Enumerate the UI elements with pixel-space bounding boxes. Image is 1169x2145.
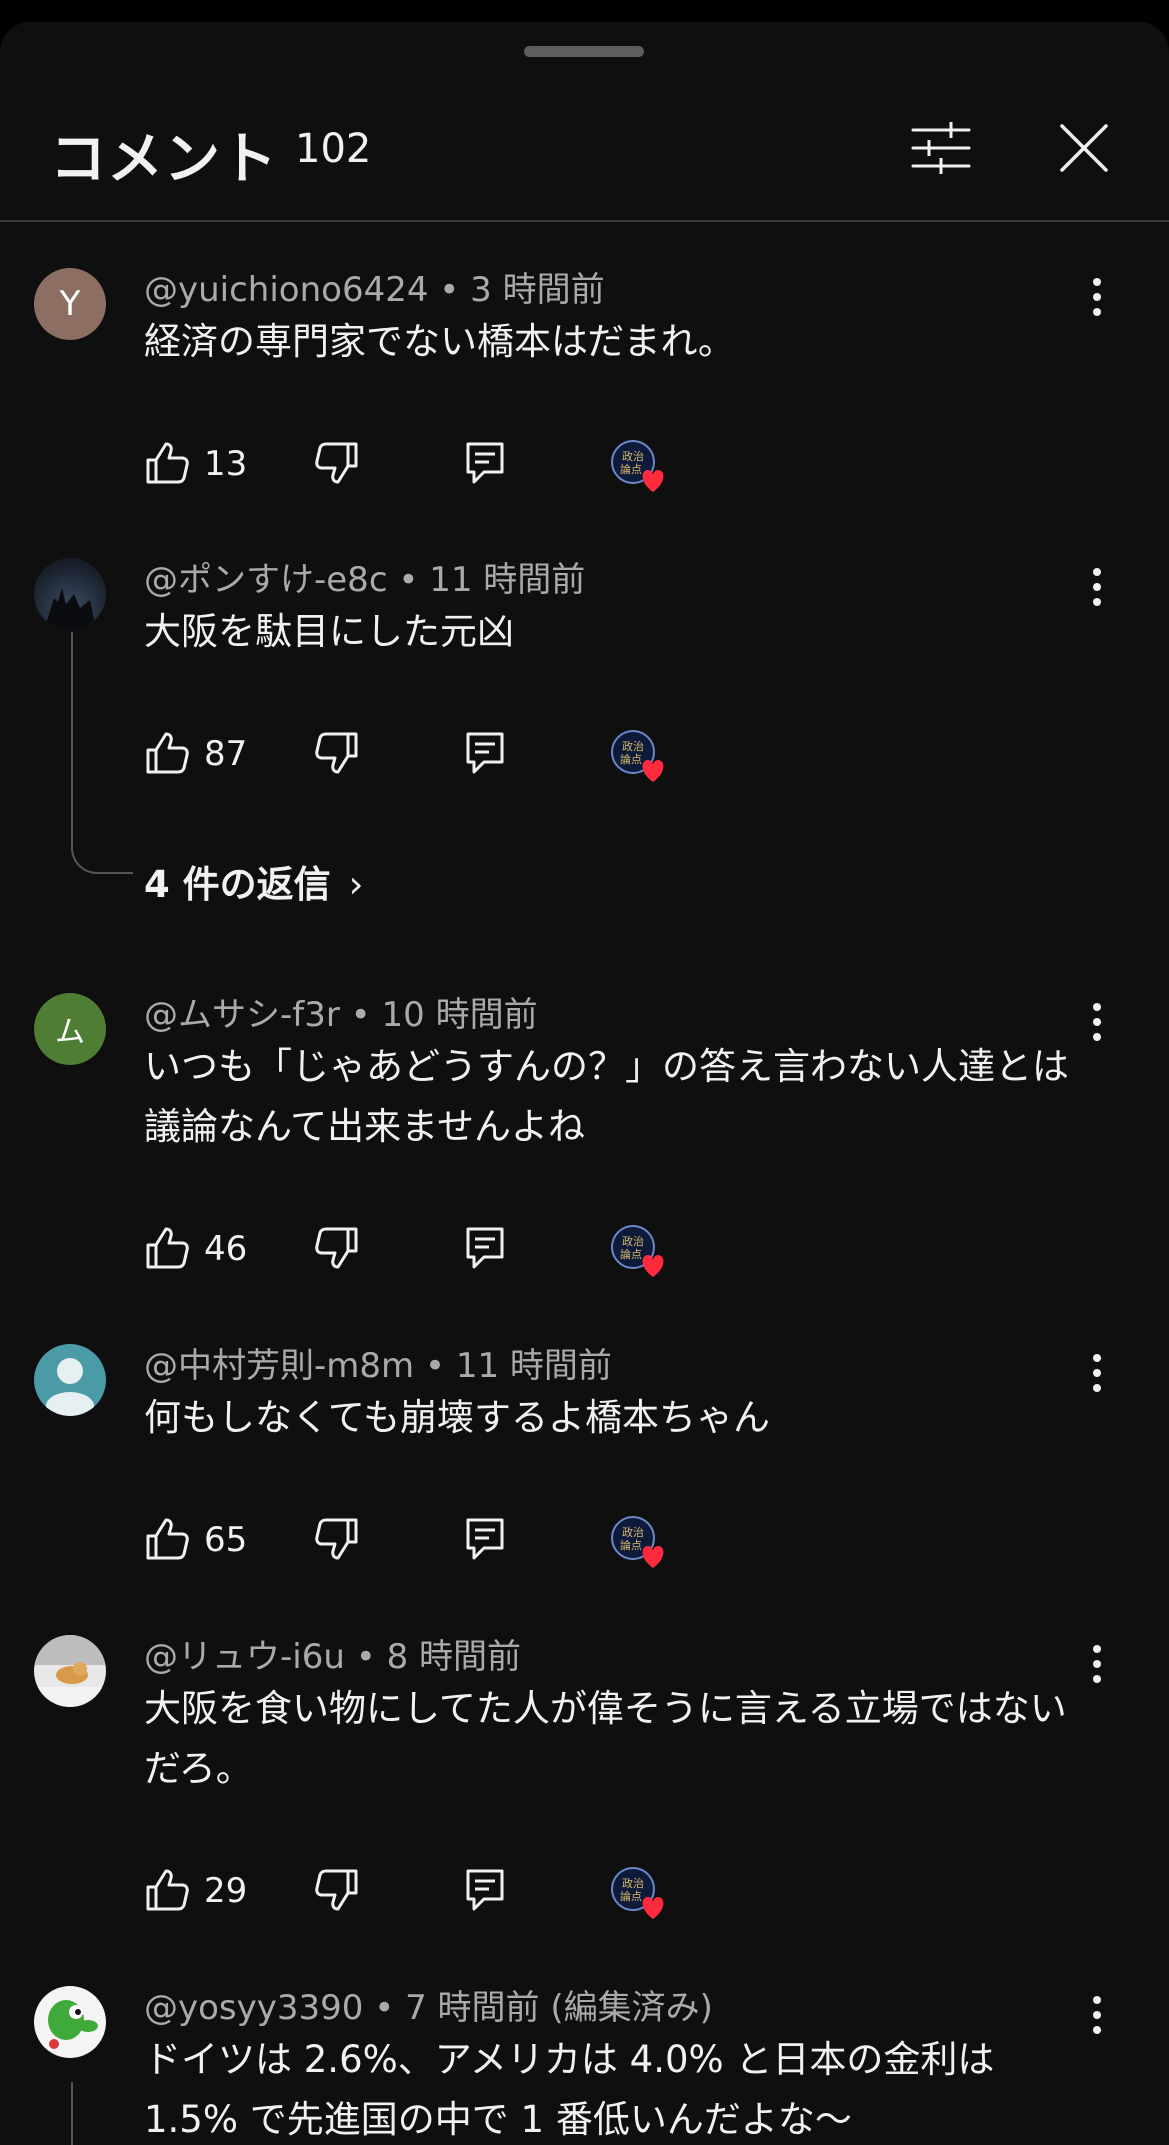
- comment-author[interactable]: @yosyy3390: [144, 1988, 363, 2028]
- comment-meta: @yuichiono6424 • 3 時間前: [144, 262, 605, 311]
- comments-sheet: コメント 102 Y @yuichiono6424 • 3 時間前 経済の専門家…: [0, 22, 1169, 2145]
- creator-heart-icon: 政治 論点: [611, 440, 664, 492]
- more-options-icon[interactable]: [1082, 997, 1112, 1047]
- dislike-icon[interactable]: [314, 1516, 360, 1562]
- svg-text:政治: 政治: [622, 1234, 644, 1248]
- comment-meta: @yosyy3390 • 7 時間前 (編集済み): [144, 1980, 713, 2029]
- more-options-icon[interactable]: [1082, 1348, 1112, 1398]
- avatar[interactable]: ム: [34, 993, 106, 1065]
- like-count: 29: [204, 1871, 248, 1911]
- reply-icon[interactable]: [464, 730, 506, 776]
- svg-text:政治: 政治: [622, 1525, 644, 1539]
- filter-icon[interactable]: [911, 118, 971, 178]
- more-options-icon[interactable]: [1082, 1990, 1112, 2040]
- close-icon[interactable]: [1054, 118, 1114, 178]
- comments-title: コメント: [50, 127, 278, 192]
- more-options-icon[interactable]: [1082, 562, 1112, 612]
- like-count: 46: [204, 1229, 248, 1269]
- like-icon[interactable]: [144, 730, 190, 776]
- dislike-icon[interactable]: [314, 1867, 360, 1913]
- creator-heart-icon: 政治 論点: [611, 1867, 664, 1919]
- comment-actions: 29 政治 論点: [144, 1867, 744, 1927]
- comment-meta: @リュウ-i6u • 8 時間前: [144, 1629, 521, 1678]
- creator-heart-icon: 政治 論点: [611, 1225, 664, 1277]
- svg-text:政治: 政治: [622, 739, 644, 753]
- comment-text: 経済の専門家でない橋本はだまれ。: [144, 320, 735, 363]
- avatar[interactable]: [34, 1986, 106, 2058]
- like-icon[interactable]: [144, 1867, 190, 1913]
- dislike-icon[interactable]: [314, 730, 360, 776]
- thread-line: [71, 2082, 73, 2145]
- avatar-image: [34, 1635, 106, 1707]
- view-replies-link[interactable]: 4 件の返信 ›: [144, 854, 363, 908]
- comments-header: コメント 102: [0, 22, 1169, 220]
- svg-text:論点: 論点: [620, 752, 642, 766]
- avatar-image: [44, 588, 96, 630]
- default-avatar-icon: [46, 1358, 94, 1416]
- like-count: 65: [204, 1520, 248, 1560]
- comment-author[interactable]: @中村芳則-m8m: [144, 1346, 414, 1386]
- creator-heart-icon: 政治 論点: [611, 1516, 664, 1568]
- reply-icon[interactable]: [464, 1516, 506, 1562]
- avatar[interactable]: [34, 1635, 106, 1707]
- avatar[interactable]: Y: [34, 268, 106, 340]
- comment-text: 大阪を食い物にしてた人が偉そうに言える立場ではないだろ。: [144, 1687, 1067, 1790]
- comment-text: ドイツは 2.6%、アメリカは 4.0% と日本の金利は 1.5% で先進国の中…: [144, 2038, 995, 2141]
- comment-meta: @ムサシ-f3r • 10 時間前: [144, 987, 538, 1036]
- like-icon[interactable]: [144, 1225, 190, 1271]
- header-divider: [0, 220, 1169, 222]
- chevron-right-icon: ›: [348, 863, 364, 906]
- comment-time: • 11 時間前: [424, 1346, 612, 1386]
- comment-meta: @中村芳則-m8m • 11 時間前: [144, 1338, 612, 1387]
- comment-author[interactable]: @ポンすけ-e8c: [144, 560, 388, 600]
- comment-time: • 10 時間前: [350, 995, 538, 1035]
- avatar-image: [48, 2000, 98, 2049]
- comments-count: 102: [295, 126, 372, 172]
- comment-actions: 65 政治 論点: [144, 1516, 744, 1576]
- svg-text:政治: 政治: [622, 449, 644, 463]
- comment-meta: @ポンすけ-e8c • 11 時間前: [144, 552, 585, 601]
- like-count: 87: [204, 734, 248, 774]
- avatar[interactable]: [34, 1344, 106, 1416]
- comment-actions: 87 政治 論点: [144, 730, 744, 790]
- comment-text: いつも「じゃあどうすんの？」の答え言わない人達とは議論なんて出来ませんよね: [144, 1045, 1069, 1148]
- reply-icon[interactable]: [464, 440, 506, 486]
- more-options-icon[interactable]: [1082, 1639, 1112, 1689]
- comment-author[interactable]: @yuichiono6424: [144, 270, 428, 310]
- like-icon[interactable]: [144, 440, 190, 486]
- comment-text: 大阪を駄目にした元凶: [144, 610, 514, 653]
- comment-actions: 46 政治 論点: [144, 1225, 744, 1285]
- comment-time: • 7 時間前 (編集済み): [374, 1988, 713, 2028]
- comment-actions: 13 政治 論点: [144, 440, 744, 500]
- comment-time: • 11 時間前: [398, 560, 586, 600]
- svg-text:論点: 論点: [620, 1538, 642, 1552]
- svg-text:論点: 論点: [620, 1889, 642, 1903]
- replies-count: 4 件の返信: [144, 863, 331, 906]
- thread-line: [71, 632, 133, 874]
- svg-text:論点: 論点: [620, 1247, 642, 1261]
- comment-text: 何もしなくても崩壊するよ橋本ちゃん: [144, 1396, 771, 1439]
- like-count: 13: [204, 444, 248, 484]
- creator-heart-icon: 政治 論点: [611, 730, 664, 782]
- more-options-icon[interactable]: [1082, 272, 1112, 322]
- dislike-icon[interactable]: [314, 1225, 360, 1271]
- comment-time: • 8 時間前: [355, 1637, 522, 1677]
- comment-author[interactable]: @ムサシ-f3r: [144, 995, 340, 1035]
- svg-text:論点: 論点: [620, 462, 642, 476]
- reply-icon[interactable]: [464, 1225, 506, 1271]
- like-icon[interactable]: [144, 1516, 190, 1562]
- avatar[interactable]: [34, 558, 106, 630]
- dislike-icon[interactable]: [314, 440, 360, 486]
- comment-time: • 3 時間前: [439, 270, 605, 310]
- comment-author[interactable]: @リュウ-i6u: [144, 1637, 345, 1677]
- svg-text:政治: 政治: [622, 1876, 644, 1890]
- reply-icon[interactable]: [464, 1867, 506, 1913]
